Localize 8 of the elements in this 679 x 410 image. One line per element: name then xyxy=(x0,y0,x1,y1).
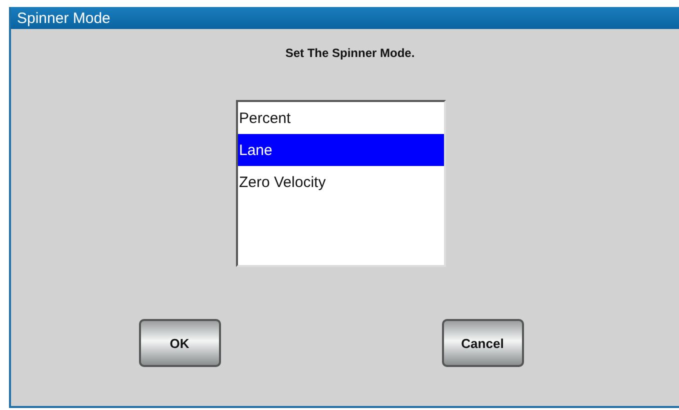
list-item[interactable]: Zero Velocity xyxy=(238,166,444,198)
cancel-button[interactable]: Cancel xyxy=(442,319,524,367)
ok-button[interactable]: OK xyxy=(138,319,220,367)
list-item[interactable]: Lane xyxy=(238,134,444,166)
window-title: Spinner Mode xyxy=(11,7,679,29)
mode-list[interactable]: Percent Lane Zero Velocity xyxy=(236,100,446,267)
list-item[interactable]: Percent xyxy=(238,102,444,134)
prompt-text: Set The Spinner Mode. xyxy=(285,46,415,60)
